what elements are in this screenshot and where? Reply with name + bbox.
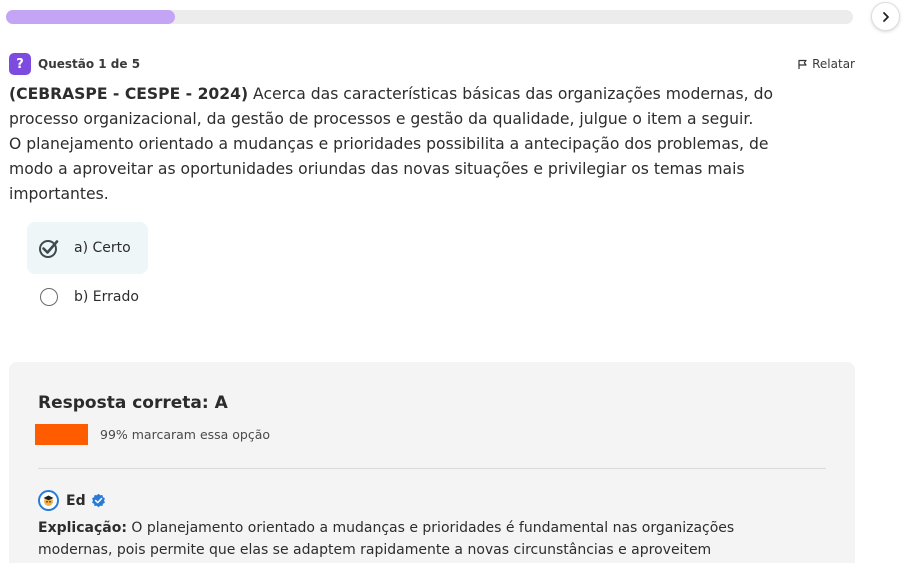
- progress-fill: [6, 10, 176, 24]
- question-header: ? Questão 1 de 5 Relatar: [9, 53, 855, 75]
- stat-bar: [35, 424, 88, 445]
- answer-stat: 99% marcaram essa opção: [35, 424, 270, 445]
- option-b[interactable]: b) Errado: [27, 274, 187, 320]
- explanation-author: Ed: [38, 490, 106, 511]
- option-label: a) Certo: [74, 240, 131, 256]
- question-statement: (CEBRASPE - CESPE - 2024) Acerca das car…: [9, 82, 819, 207]
- option-a[interactable]: a) Certo: [27, 222, 148, 274]
- progress-bar: [6, 10, 853, 24]
- question-counter: Questão 1 de 5: [38, 57, 141, 71]
- author-name: Ed: [66, 492, 86, 509]
- statement-text: importantes.: [9, 185, 109, 203]
- explanation-label: Explicação:: [38, 520, 127, 536]
- question-mark-icon: ?: [9, 53, 31, 75]
- correct-answer-title: Resposta correta: A: [38, 393, 228, 413]
- statement-text: processo organizacional, da gestão de pr…: [9, 110, 754, 128]
- radio-empty-icon: [38, 286, 60, 308]
- statement-text: Acerca das características básicas das o…: [248, 85, 774, 103]
- flag-icon: [798, 59, 807, 69]
- avatar: [38, 490, 59, 511]
- statement-text: modo a aproveitar as oportunidades oriun…: [9, 160, 745, 178]
- explanation-text: Explicação: O planejamento orientado a m…: [38, 517, 818, 561]
- explanation-body: O planejamento orientado a mudanças e pr…: [126, 520, 735, 536]
- explanation-body: modernas, pois permite que elas se adapt…: [38, 542, 712, 558]
- check-circle-icon: [38, 237, 60, 259]
- answer-panel: Resposta correta: A 99% marcaram essa op…: [9, 362, 855, 563]
- divider: [38, 468, 826, 469]
- option-label: b) Errado: [74, 289, 139, 305]
- statement-text: O planejamento orientado a mudanças e pr…: [9, 135, 769, 153]
- verified-badge-icon: [91, 493, 105, 508]
- chevron-right-icon: [882, 11, 889, 22]
- question-source: (CEBRASPE - CESPE - 2024): [9, 85, 249, 103]
- stat-text: 99% marcaram essa opção: [100, 427, 271, 442]
- report-label: Relatar: [812, 57, 855, 71]
- next-question-button[interactable]: [871, 2, 900, 31]
- report-button[interactable]: Relatar: [797, 57, 855, 71]
